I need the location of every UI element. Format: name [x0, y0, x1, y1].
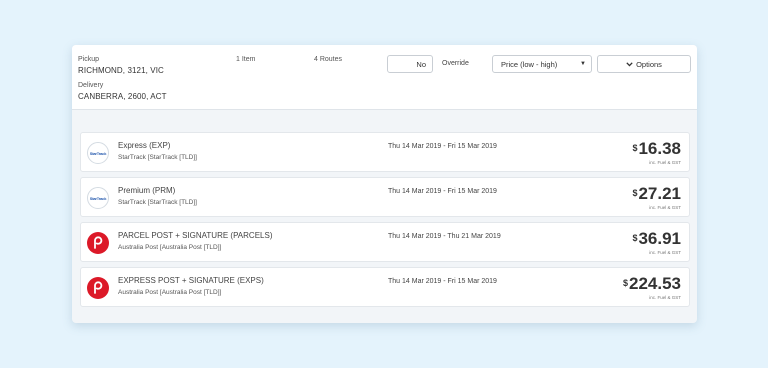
- override-toggle-value: No: [416, 59, 426, 69]
- australia-post-logo-icon: [87, 232, 109, 254]
- carrier-name: StarTrack [StarTrack [TLD]]: [118, 154, 197, 161]
- currency-symbol: $: [632, 233, 638, 243]
- options-button[interactable]: Options: [597, 55, 691, 73]
- route-card[interactable]: PARCEL POST + SIGNATURE (PARCELS) Austra…: [80, 222, 690, 262]
- caret-down-icon: ▼: [580, 61, 586, 67]
- carrier-name: StarTrack [StarTrack [TLD]]: [118, 199, 197, 206]
- startrack-logo-icon: StarTrack: [87, 142, 109, 164]
- delivery-dates: Thu 14 Mar 2019 - Fri 15 Mar 2019: [388, 188, 497, 195]
- australia-post-logo-icon: [87, 277, 109, 299]
- service-name: Express (EXP): [118, 141, 171, 150]
- route-price: $36.91: [632, 229, 681, 249]
- service-name: Premium (PRM): [118, 186, 176, 195]
- chevron-down-icon: [626, 61, 633, 67]
- pickup-value: RICHMOND, 3121, VIC: [78, 66, 164, 75]
- options-label: Options: [636, 59, 662, 69]
- delivery-dates: Thu 14 Mar 2019 - Thu 21 Mar 2019: [388, 233, 501, 240]
- tax-note: inc. Fuel & GST: [649, 160, 681, 165]
- pickup-label: Pickup: [78, 56, 100, 63]
- route-card[interactable]: EXPRESS POST + SIGNATURE (EXPS) Australi…: [80, 267, 690, 307]
- startrack-logo-icon: StarTrack: [87, 187, 109, 209]
- service-name: EXPRESS POST + SIGNATURE (EXPS): [118, 276, 264, 285]
- override-toggle[interactable]: No: [387, 55, 433, 73]
- service-name: PARCEL POST + SIGNATURE (PARCELS): [118, 231, 273, 240]
- sort-select-value: Price (low - high): [501, 59, 558, 69]
- delivery-value: CANBERRA, 2600, ACT: [78, 92, 167, 101]
- delivery-dates: Thu 14 Mar 2019 - Fri 15 Mar 2019: [388, 143, 497, 150]
- route-price: $16.38: [632, 139, 681, 159]
- currency-symbol: $: [632, 188, 638, 198]
- tax-note: inc. Fuel & GST: [649, 295, 681, 300]
- items-count: 1 Item: [236, 56, 256, 63]
- route-price: $224.53: [623, 274, 681, 294]
- tax-note: inc. Fuel & GST: [649, 205, 681, 210]
- routes-count: 4 Routes: [314, 56, 343, 63]
- currency-symbol: $: [622, 278, 628, 288]
- override-label: Override: [442, 60, 469, 67]
- price-amount: 16.38: [638, 139, 681, 158]
- delivery-label: Delivery: [78, 82, 104, 89]
- carrier-name: Australia Post [Australia Post [TLD]]: [118, 289, 222, 296]
- route-card[interactable]: StarTrack Express (EXP) StarTrack [StarT…: [80, 132, 690, 172]
- route-price: $27.21: [632, 184, 681, 204]
- price-amount: 36.91: [638, 229, 681, 248]
- carrier-name: Australia Post [Australia Post [TLD]]: [118, 244, 222, 251]
- quote-panel: Pickup RICHMOND, 3121, VIC Delivery CANB…: [72, 45, 697, 323]
- price-amount: 224.53: [629, 274, 681, 293]
- shipment-header: Pickup RICHMOND, 3121, VIC Delivery CANB…: [72, 45, 697, 110]
- route-card[interactable]: StarTrack Premium (PRM) StarTrack [StarT…: [80, 177, 690, 217]
- price-amount: 27.21: [638, 184, 681, 203]
- currency-symbol: $: [632, 143, 638, 153]
- sort-select[interactable]: Price (low - high) ▼: [492, 55, 592, 73]
- tax-note: inc. Fuel & GST: [649, 250, 681, 255]
- delivery-dates: Thu 14 Mar 2019 - Fri 15 Mar 2019: [388, 278, 497, 285]
